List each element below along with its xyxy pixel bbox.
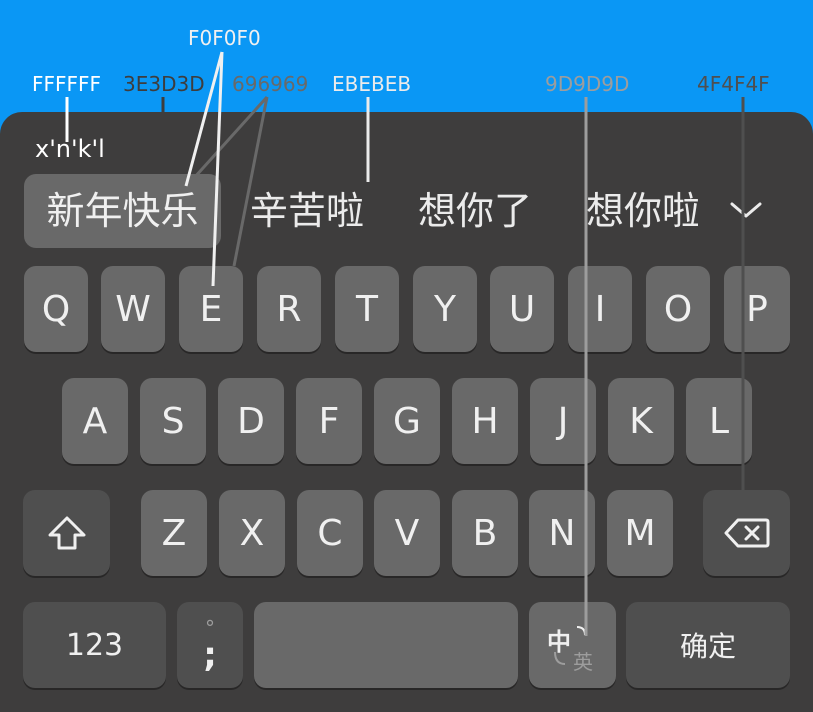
key-e[interactable]: E xyxy=(179,266,243,352)
annotation-label: 3E3D3D xyxy=(123,72,205,96)
shift-icon xyxy=(48,516,85,550)
key-label: Q xyxy=(41,288,71,330)
key-k[interactable]: K xyxy=(608,378,674,464)
numbers-key[interactable]: 123 xyxy=(23,602,166,688)
key-j[interactable]: J xyxy=(530,378,596,464)
key-label: A xyxy=(82,400,108,442)
key-label: G xyxy=(393,400,421,442)
key-label-secondary: 英 xyxy=(573,650,593,674)
shift-key[interactable] xyxy=(23,490,110,576)
key-label: F xyxy=(318,400,340,442)
key-o[interactable]: O xyxy=(646,266,710,352)
key-m[interactable]: M xyxy=(607,490,673,576)
space-key[interactable] xyxy=(254,602,518,688)
annotation-label: 9D9D9D xyxy=(545,72,630,96)
key-label: L xyxy=(708,400,730,442)
key-label: V xyxy=(394,512,420,554)
key-label: M xyxy=(624,512,656,554)
key-label: W xyxy=(115,288,151,330)
key-f[interactable]: F xyxy=(296,378,362,464)
key-t[interactable]: T xyxy=(335,266,399,352)
candidate[interactable]: 想你了 xyxy=(418,174,532,248)
key-label: O xyxy=(663,288,693,330)
pinyin-composition: x'n'k'l xyxy=(35,135,105,163)
key-u[interactable]: U xyxy=(490,266,554,352)
annotation-label: 4F4F4F xyxy=(697,72,770,96)
key-label: 确定 xyxy=(679,630,736,663)
key-label: R xyxy=(276,288,302,330)
chevron-down-icon[interactable] xyxy=(730,200,762,220)
key-w[interactable]: W xyxy=(101,266,165,352)
punctuation-key[interactable]: ° ; xyxy=(177,602,243,688)
key-label: B xyxy=(472,512,498,554)
key-label: C xyxy=(317,512,343,554)
annotation-label: F0F0F0 xyxy=(188,26,261,50)
confirm-key[interactable]: 确定 xyxy=(626,602,790,688)
annotation-label: EBEBEB xyxy=(332,72,412,96)
key-q[interactable]: Q xyxy=(24,266,88,352)
key-s[interactable]: S xyxy=(140,378,206,464)
key-label: P xyxy=(746,288,768,330)
backspace-key[interactable] xyxy=(703,490,790,576)
key-v[interactable]: V xyxy=(374,490,440,576)
key-x[interactable]: X xyxy=(219,490,285,576)
key-y[interactable]: Y xyxy=(413,266,477,352)
switch-arrow-icon xyxy=(576,626,586,636)
key-label: Z xyxy=(161,512,187,554)
key-p[interactable]: P xyxy=(724,266,790,352)
switch-arrow-icon xyxy=(554,651,566,665)
key-label: I xyxy=(594,288,606,330)
key-i[interactable]: I xyxy=(568,266,632,352)
key-label: 123 xyxy=(65,627,124,663)
key-label: S xyxy=(161,400,185,442)
language-switch-key[interactable]: 中 英 xyxy=(529,602,616,688)
key-label: T xyxy=(356,288,378,330)
key-label: U xyxy=(508,288,536,330)
key-label: E xyxy=(199,288,223,330)
key-label: H xyxy=(471,400,499,442)
key-z[interactable]: Z xyxy=(141,490,207,576)
key-r[interactable]: R xyxy=(257,266,321,352)
candidate-selected[interactable]: 新年快乐 xyxy=(24,174,221,248)
key-g[interactable]: G xyxy=(374,378,440,464)
key-label: D xyxy=(237,400,265,442)
candidate[interactable]: 辛苦啦 xyxy=(250,174,364,248)
key-c[interactable]: C xyxy=(297,490,363,576)
key-l[interactable]: L xyxy=(686,378,752,464)
annotation-label: 696969 xyxy=(232,72,309,96)
key-label: K xyxy=(629,400,653,442)
candidate[interactable]: 想你啦 xyxy=(586,174,698,248)
key-d[interactable]: D xyxy=(218,378,284,464)
key-label: N xyxy=(548,512,576,554)
backspace-icon xyxy=(724,518,769,548)
key-label: J xyxy=(557,400,569,442)
key-b[interactable]: B xyxy=(452,490,518,576)
key-label: ; xyxy=(203,635,217,675)
key-label: Y xyxy=(434,288,456,330)
key-a[interactable]: A xyxy=(62,378,128,464)
key-h[interactable]: H xyxy=(452,378,518,464)
annotation-label: FFFFFF xyxy=(32,72,102,96)
key-label: X xyxy=(239,512,265,554)
key-n[interactable]: N xyxy=(529,490,595,576)
